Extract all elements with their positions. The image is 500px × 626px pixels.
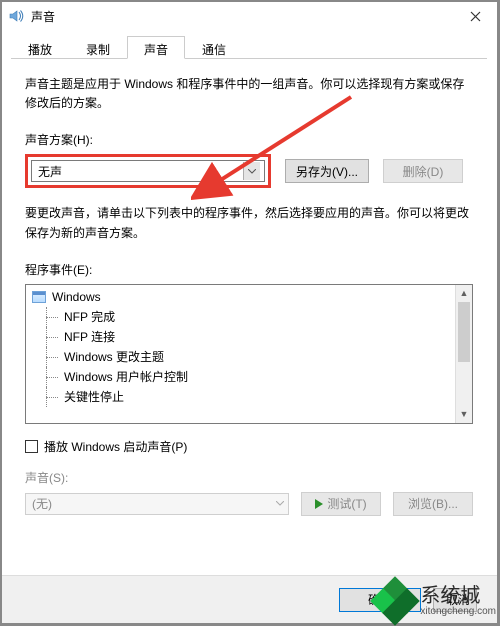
save-as-button[interactable]: 另存为(V)... <box>285 159 369 183</box>
sound-select: (无) <box>25 493 289 515</box>
tab-playback[interactable]: 播放 <box>11 36 69 59</box>
sound-value: (无) <box>32 495 52 512</box>
tab-recording[interactable]: 录制 <box>69 36 127 59</box>
scroll-down-icon[interactable]: ▼ <box>456 406 472 423</box>
scheme-highlight: 无声 <box>25 154 271 188</box>
sound-label: 声音(S): <box>25 469 473 486</box>
sound-dialog: 声音 播放 录制 声音 通信 声音主题是应用于 Windows 和程序事件中的一… <box>0 0 498 624</box>
tab-content: 声音主题是应用于 Windows 和程序事件中的一组声音。你可以选择现有方案或保… <box>1 59 497 516</box>
scroll-up-icon[interactable]: ▲ <box>456 285 472 302</box>
window-title: 声音 <box>31 8 55 25</box>
event-item[interactable]: 关键性停止 <box>26 387 472 407</box>
events-root-item[interactable]: Windows <box>26 287 472 307</box>
windows-icon <box>32 291 46 303</box>
delete-button: 删除(D) <box>383 159 463 183</box>
dialog-footer: 确定 取消 <box>1 575 497 623</box>
chevron-down-icon <box>243 162 260 180</box>
scroll-thumb[interactable] <box>458 302 470 362</box>
scheme-select[interactable]: 无声 <box>31 160 265 182</box>
play-startup-label: 播放 Windows 启动声音(P) <box>44 438 187 455</box>
scrollbar[interactable]: ▲ ▼ <box>455 285 472 423</box>
test-button: 测试(T) <box>301 492 381 516</box>
change-description: 要更改声音，请单击以下列表中的程序事件，然后选择要应用的声音。你可以将更改保存为… <box>25 204 473 242</box>
play-startup-row[interactable]: 播放 Windows 启动声音(P) <box>25 438 473 455</box>
play-startup-checkbox[interactable] <box>25 440 38 453</box>
event-item[interactable]: NFP 完成 <box>26 307 472 327</box>
tabs: 播放 录制 声音 通信 <box>11 35 487 59</box>
titlebar: 声音 <box>1 1 497 31</box>
scheme-label: 声音方案(H): <box>25 131 473 148</box>
event-item[interactable]: Windows 用户帐户控制 <box>26 367 472 387</box>
browse-button: 浏览(B)... <box>393 492 473 516</box>
event-item[interactable]: Windows 更改主题 <box>26 347 472 367</box>
play-icon <box>315 499 323 509</box>
theme-description: 声音主题是应用于 Windows 和程序事件中的一组声音。你可以选择现有方案或保… <box>25 75 473 113</box>
event-item[interactable]: NFP 连接 <box>26 327 472 347</box>
tab-communications[interactable]: 通信 <box>185 36 243 59</box>
ok-button[interactable]: 确定 <box>339 588 421 612</box>
scheme-value: 无声 <box>38 163 62 180</box>
chevron-down-icon <box>276 501 284 506</box>
cancel-button[interactable]: 取消 <box>433 588 477 612</box>
close-icon <box>470 11 481 22</box>
close-button[interactable] <box>453 1 497 31</box>
tab-sounds[interactable]: 声音 <box>127 36 185 59</box>
sound-icon <box>7 7 25 25</box>
events-label: 程序事件(E): <box>25 261 473 278</box>
events-listbox[interactable]: Windows NFP 完成 NFP 连接 Windows 更改主题 Windo… <box>25 284 473 424</box>
